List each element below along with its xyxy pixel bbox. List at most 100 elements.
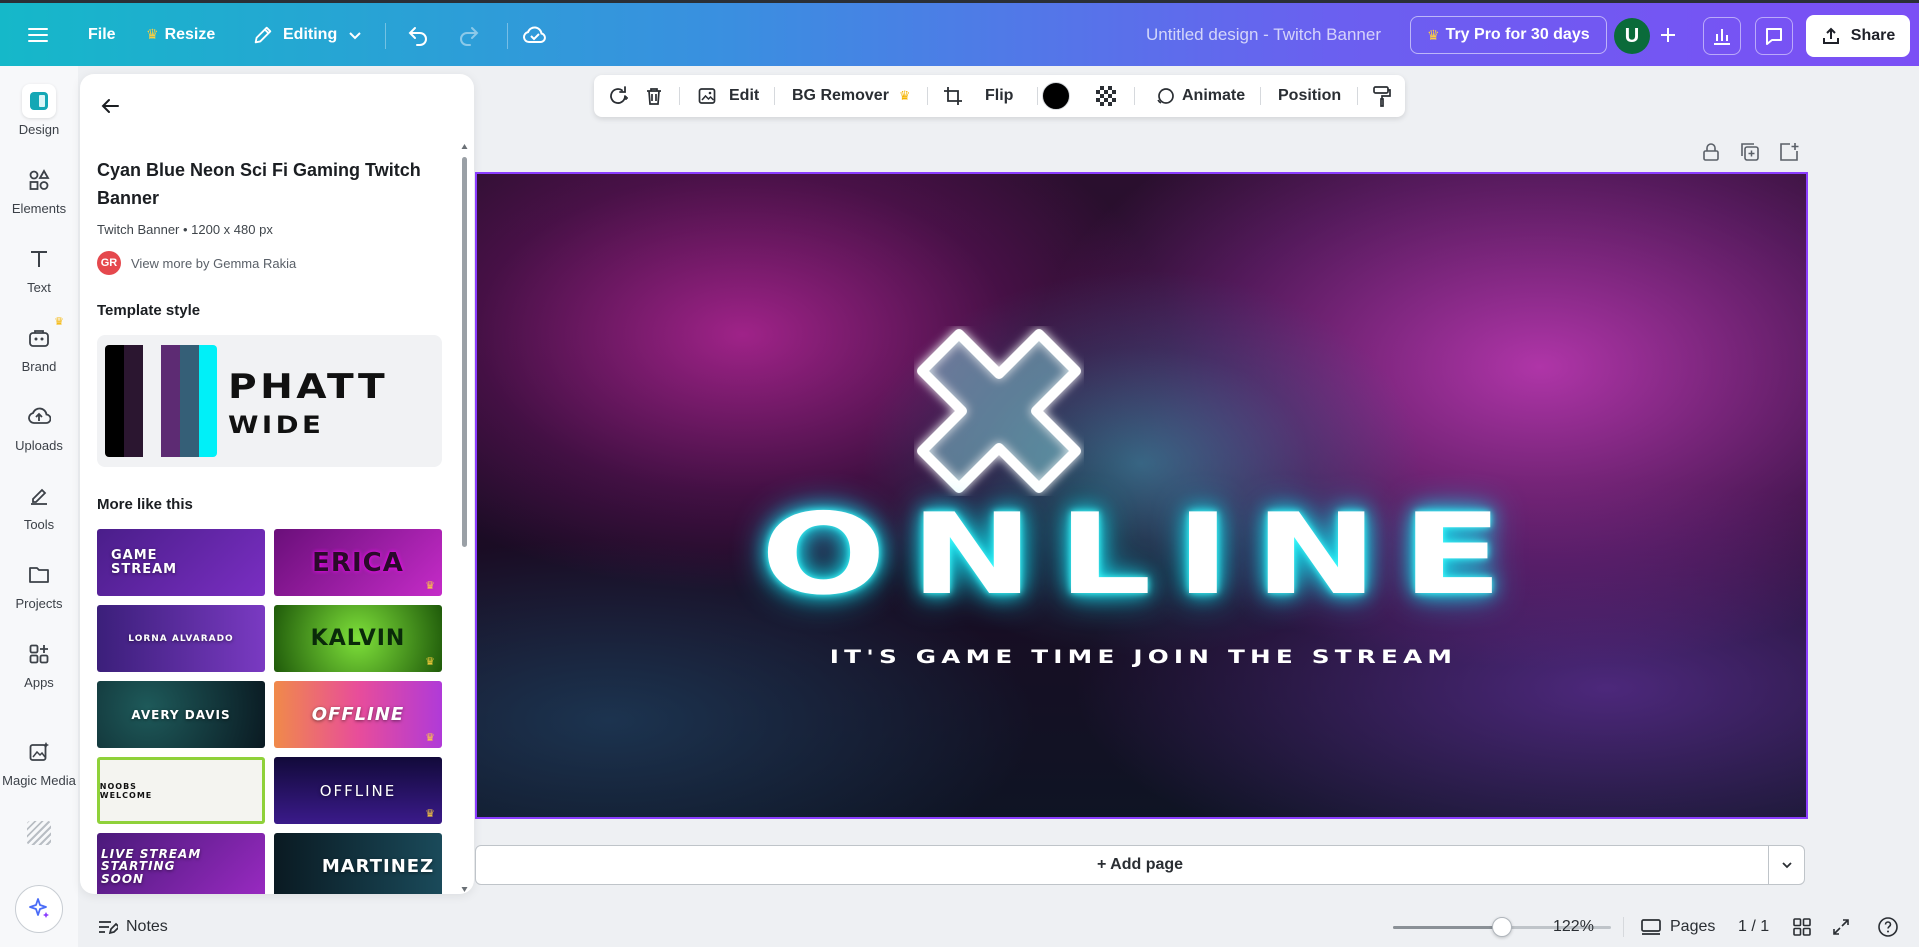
transparency-button[interactable] [1096,75,1116,117]
try-pro-button[interactable]: ♛ Try Pro for 30 days [1410,16,1607,54]
more-like-this-heading: More like this [97,496,193,513]
template-details-panel: Cyan Blue Neon Sci Fi Gaming Twitch Bann… [80,74,474,894]
position-button[interactable]: Position [1278,75,1341,117]
template-title: Cyan Blue Neon Sci Fi Gaming Twitch Bann… [97,156,427,212]
zoom-slider-handle[interactable] [1492,917,1512,937]
file-menu-button[interactable]: File [88,3,116,66]
rail-item-text[interactable]: Text [0,242,78,295]
pages-label: Pages [1670,918,1715,936]
lock-icon[interactable] [1700,141,1722,163]
rail-item-projects[interactable]: Projects [0,558,78,611]
subheadline-text[interactable]: IT'S GAME TIME JOIN THE STREAM [475,646,1808,668]
notes-button[interactable]: Notes [96,907,168,947]
fullscreen-button[interactable] [1831,907,1851,947]
user-avatar[interactable]: U [1614,18,1650,54]
replace-button[interactable] [606,75,630,117]
redo-button[interactable] [457,3,481,66]
magic-assistant-button[interactable] [15,885,63,933]
template-style-card[interactable]: PHATT WIDE [97,335,442,467]
duplicate-page-icon[interactable] [1739,141,1761,163]
chevron-down-icon [1780,858,1794,872]
template-thumbnail[interactable]: AVERY DAVIS [97,681,265,748]
flip-button[interactable]: Flip [985,75,1013,117]
pencil-icon [252,24,274,46]
template-thumbnail[interactable]: ERICA ♛ [274,529,442,596]
crop-button[interactable] [942,75,964,117]
scrollbar-thumb[interactable] [462,157,467,547]
undo-button[interactable] [406,3,430,66]
cloud-save-button[interactable] [522,3,548,66]
magic-media-icon [22,735,56,769]
cloud-check-icon [522,23,548,47]
panel-scrollbar[interactable] [461,142,468,894]
copy-style-button[interactable] [1371,75,1393,117]
rail-item-brand[interactable]: ♛ Brand [0,321,78,374]
add-page-button[interactable]: + Add page [475,845,1805,885]
comments-button[interactable] [1755,17,1793,55]
rail-label: Text [27,280,51,295]
edit-label: Edit [729,87,759,105]
pages-button[interactable]: Pages [1640,907,1715,947]
invite-button[interactable] [1658,3,1678,66]
bg-remover-button[interactable]: BG Remover ♛ [792,75,911,117]
rail-item-apps[interactable]: Apps [0,637,78,690]
crown-icon: ♛ [425,579,436,592]
template-thumbnail[interactable]: GAME STREAM [97,529,265,596]
x-logo-graphic[interactable] [914,326,1084,496]
rail-item-tools[interactable]: Tools [0,479,78,532]
color-picker[interactable] [1042,75,1070,117]
share-label: Share [1851,27,1895,45]
editing-mode-dropdown[interactable]: Editing [252,3,363,66]
rail-item-elements[interactable]: Elements [0,163,78,216]
template-thumbnail[interactable]: MARTINEZ [274,833,442,894]
menu-icon[interactable] [26,3,50,66]
resize-label: Resize [165,26,216,44]
resize-button[interactable]: ♛ Resize [146,3,215,66]
pages-dropdown[interactable] [1768,845,1805,885]
transparency-icon [1096,86,1116,106]
trash-icon [643,85,665,107]
template-thumbnail[interactable]: LORNA ALVARADO [97,605,265,672]
rail-label: Magic Media [2,773,76,788]
back-arrow-icon[interactable] [98,94,122,118]
author-link[interactable]: GR View more by Gemma Rakia [97,251,296,275]
uploads-icon [22,400,56,434]
rail-label: Elements [12,201,66,216]
more-apps-icon[interactable] [27,821,51,845]
plus-icon [1658,25,1678,45]
edit-image-button[interactable]: Edit [697,75,759,117]
thumbnail-text: NOOBS WELCOME [100,782,152,800]
insights-button[interactable] [1703,17,1741,55]
zoom-level[interactable]: 122% [1553,907,1594,947]
try-pro-label: Try Pro for 30 days [1446,26,1590,44]
template-thumbnail[interactable]: OFFLINE ♛ [274,681,442,748]
top-bar: File ♛ Resize Editing Untitled design - … [0,0,1919,66]
headline-text[interactable]: ONLINE [475,499,1808,611]
help-button[interactable] [1877,907,1899,947]
notes-icon [96,916,118,938]
template-thumbnail[interactable]: KALVIN ♛ [274,605,442,672]
add-page-icon[interactable] [1778,141,1800,163]
palette-swatch [124,345,143,457]
delete-button[interactable] [643,75,665,117]
elements-icon [22,163,56,197]
rail-item-design[interactable]: Design [0,84,78,137]
rail-label: Projects [16,596,63,611]
rail-item-uploads[interactable]: Uploads [0,400,78,453]
animate-button[interactable]: Animate [1154,75,1245,117]
template-thumbnail[interactable]: OFFLINE ♛ [274,757,442,824]
left-rail: Design Elements Text ♛ Brand Uploads Too… [0,66,78,947]
font-preview-heading: PHATT [228,367,388,407]
divider [385,23,386,49]
bg-remover-label: BG Remover [792,87,889,105]
grid-view-button[interactable] [1792,907,1812,947]
rail-item-magic-media[interactable]: Magic Media [0,735,78,788]
thumbnail-text: OFFLINE [320,782,397,800]
rail-label: Uploads [15,438,63,453]
design-canvas[interactable]: ONLINE IT'S GAME TIME JOIN THE STREAM [475,172,1808,819]
document-title[interactable]: Untitled design - Twitch Banner [1146,3,1381,66]
crown-icon: ♛ [1427,27,1440,44]
template-thumbnail[interactable]: NOOBS WELCOME [97,757,265,824]
share-button[interactable]: Share [1806,15,1910,57]
template-thumbnail[interactable]: LIVE STREAM STARTING SOON [97,833,265,894]
